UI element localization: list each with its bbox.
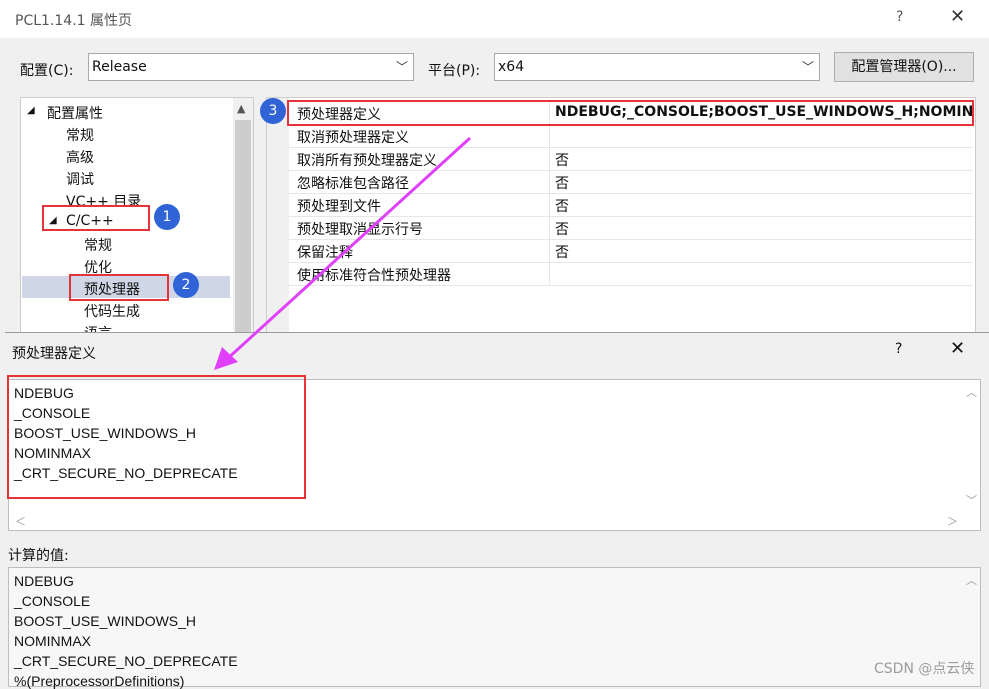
watermark: CSDN @点云侠 bbox=[874, 661, 975, 677]
annotation-arrow bbox=[214, 136, 472, 370]
